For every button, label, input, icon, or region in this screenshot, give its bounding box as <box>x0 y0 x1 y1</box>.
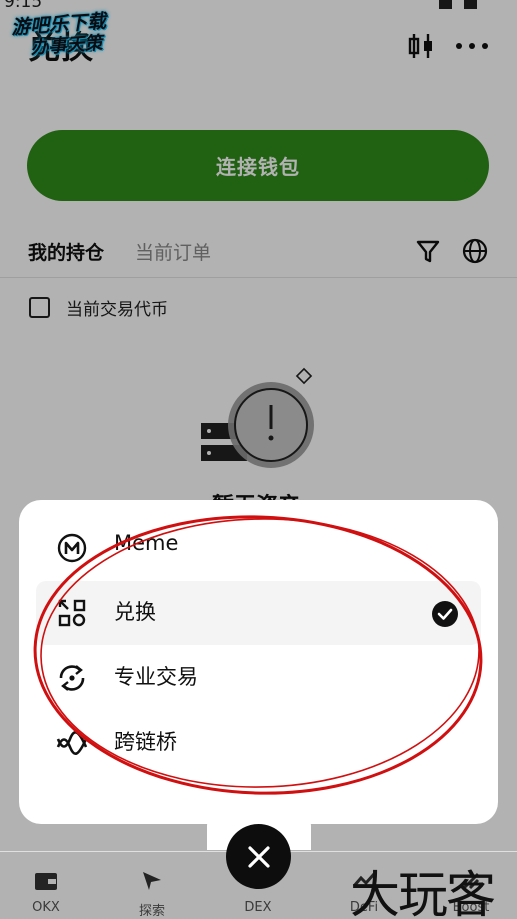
check-icon <box>432 601 458 627</box>
menu-item-pro-trading[interactable]: 专业交易 <box>36 646 481 710</box>
refresh-icon <box>59 665 85 691</box>
menu-item-label: 跨链桥 <box>114 730 177 754</box>
app-screen: 9:15 兑换 游吧乐下载 办事天策 连接钱包 我的持仓 当前订单 当前交易代币… <box>0 0 517 919</box>
menu-item-meme[interactable]: Meme <box>36 516 481 580</box>
watermark-bottom-right: 大玩客 <box>350 866 496 919</box>
close-menu-button[interactable] <box>226 824 291 889</box>
menu-item-cross-chain-bridge[interactable]: 跨链桥 <box>36 711 481 775</box>
menu-item-label: 兑换 <box>114 600 156 624</box>
menu-item-swap[interactable]: 兑换 <box>36 581 481 645</box>
close-icon <box>247 845 270 868</box>
meme-icon <box>57 533 87 563</box>
swap-icon <box>58 599 86 627</box>
menu-item-label: 专业交易 <box>114 665 198 689</box>
bridge-icon <box>56 731 88 755</box>
menu-item-label: Meme <box>114 531 179 555</box>
